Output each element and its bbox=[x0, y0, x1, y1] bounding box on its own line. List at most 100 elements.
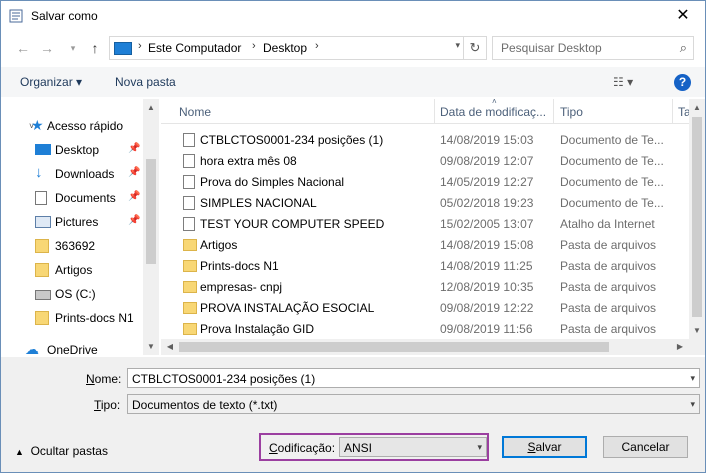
organize-button[interactable]: Organizar ▾ bbox=[20, 75, 82, 89]
file-date-cell: 09/08/2019 12:07 bbox=[440, 154, 534, 168]
encoding-highlight: Codificação: ANSI ▾ bbox=[259, 433, 489, 461]
chevron-down-icon[interactable]: ▾ bbox=[690, 399, 695, 410]
table-row[interactable]: PROVA INSTALAÇÃO ESOCIAL 09/08/2019 12:22… bbox=[161, 297, 689, 318]
hide-folders-button[interactable]: ▲ Ocultar pastas bbox=[15, 444, 108, 458]
table-row[interactable]: TEST YOUR COMPUTER SPEED 15/02/2005 13:07… bbox=[161, 213, 689, 234]
table-row[interactable]: hora extra mês 08 09/08/2019 12:07 Documen… bbox=[161, 150, 689, 171]
sidebar-item-label: Prints-docs N1 bbox=[55, 311, 134, 325]
sidebar-item-label: Pictures bbox=[55, 215, 99, 229]
address-dropdown-icon[interactable]: ▾ bbox=[455, 40, 460, 51]
view-options-icon[interactable]: ☷ ▾ bbox=[613, 75, 633, 89]
cancel-button[interactable]: Cancelar bbox=[603, 436, 688, 458]
scroll-down-icon[interactable]: ▼ bbox=[692, 326, 702, 335]
sidebar-item-label: Documents bbox=[55, 191, 116, 205]
sidebar-item-quick-access[interactable]: ˅ ★ Acesso rápido bbox=[1, 115, 143, 137]
file-name-cell: hora extra mês 08 bbox=[200, 154, 297, 168]
column-header-date[interactable]: Data de modificaç... bbox=[440, 105, 546, 119]
column-header-type[interactable]: Tipo bbox=[560, 105, 583, 119]
scroll-up-icon[interactable]: ▲ bbox=[692, 103, 702, 112]
column-header-size[interactable]: Ta bbox=[678, 105, 689, 119]
file-type-cell: Pasta de arquivos bbox=[560, 322, 657, 336]
organize-label: Organizar bbox=[20, 75, 73, 89]
file-type-label: Tipo: bbox=[94, 398, 120, 412]
navigation-scrollbar[interactable]: ▲ ▼ bbox=[143, 99, 159, 355]
command-bar: Organizar ▾ Nova pasta ☷ ▾ ? bbox=[1, 67, 705, 97]
sidebar-item-documents[interactable]: Documents 📌 bbox=[1, 187, 143, 209]
table-row[interactable]: Prova Instalação GID 09/08/2019 11:56 Past… bbox=[161, 318, 689, 339]
scrollbar-thumb[interactable] bbox=[692, 117, 702, 317]
sidebar-item-pictures[interactable]: Pictures 📌 bbox=[1, 211, 143, 233]
table-row[interactable]: Prints-docs N1 14/08/2019 11:25 Pasta de a… bbox=[161, 255, 689, 276]
table-row[interactable]: CTBLCTOS0001-234 posições (1) 14/08/2019 … bbox=[161, 129, 689, 150]
column-divider[interactable] bbox=[434, 99, 435, 123]
search-icon: ⌕ bbox=[679, 40, 687, 55]
column-divider[interactable] bbox=[553, 99, 554, 123]
table-row[interactable]: Artigos 14/08/2019 15:08 Pasta de arquivos bbox=[161, 234, 689, 255]
scrollbar-thumb[interactable] bbox=[146, 159, 156, 264]
type-label-accelerator: T bbox=[94, 398, 101, 412]
sidebar-item-artigos[interactable]: Artigos bbox=[1, 259, 143, 281]
pin-icon[interactable]: 📌 bbox=[128, 167, 140, 178]
scroll-left-icon[interactable]: ◀ bbox=[165, 342, 175, 351]
chevron-down-icon[interactable]: ▾ bbox=[477, 442, 482, 453]
file-list-horizontal-scrollbar[interactable]: ◀ ▶ bbox=[161, 339, 689, 355]
documents-icon bbox=[35, 191, 47, 205]
pin-icon[interactable]: 📌 bbox=[128, 215, 140, 226]
type-label-text: ipo: bbox=[100, 398, 121, 412]
forward-arrow-icon[interactable]: → bbox=[37, 39, 57, 57]
sidebar-item-label: OneDrive bbox=[47, 343, 98, 355]
sidebar-item-os-c[interactable]: OS (C:) bbox=[1, 283, 143, 305]
save-as-dialog: Salvar como ✕ ← → ▾ ↑ › Este Computador … bbox=[0, 0, 706, 473]
pin-icon[interactable]: 📌 bbox=[128, 143, 140, 154]
folder-icon bbox=[183, 302, 197, 314]
up-arrow-icon[interactable]: ↑ bbox=[85, 39, 105, 57]
table-row[interactable]: SIMPLES NACIONAL 05/02/2018 19:23 Document… bbox=[161, 192, 689, 213]
sidebar-item-desktop[interactable]: Desktop 📌 bbox=[1, 139, 143, 161]
download-icon: ↓ bbox=[35, 164, 43, 181]
encoding-select[interactable]: ANSI ▾ bbox=[339, 437, 487, 457]
breadcrumb-desktop[interactable]: Desktop bbox=[263, 41, 307, 55]
chevron-down-icon[interactable]: ▾ bbox=[690, 373, 695, 384]
back-arrow-icon[interactable]: ← bbox=[13, 39, 33, 57]
file-date-cell: 09/08/2019 11:56 bbox=[440, 322, 533, 336]
pin-icon[interactable]: 📌 bbox=[128, 191, 140, 202]
sidebar-item-363692[interactable]: 363692 bbox=[1, 235, 143, 257]
scroll-right-icon[interactable]: ▶ bbox=[675, 342, 685, 351]
file-date-cell: 14/05/2019 12:27 bbox=[440, 175, 534, 189]
name-label-accelerator: N bbox=[86, 372, 95, 386]
sidebar-item-downloads[interactable]: ↓ Downloads 📌 bbox=[1, 163, 143, 185]
file-list-vertical-scrollbar[interactable]: ▲ ▼ bbox=[689, 99, 705, 339]
breadcrumb-este-computador[interactable]: Este Computador bbox=[148, 41, 241, 55]
scroll-down-icon[interactable]: ▼ bbox=[146, 342, 156, 351]
file-name-cell: Artigos bbox=[200, 238, 238, 252]
file-date-cell: 14/08/2019 15:08 bbox=[440, 238, 534, 252]
address-bar[interactable]: › Este Computador › Desktop › ▾ ↻ bbox=[109, 36, 487, 60]
save-button[interactable]: Salvar bbox=[502, 436, 587, 458]
file-type-select[interactable]: Documentos de texto (*.txt) ▾ bbox=[127, 394, 700, 414]
window-title: Salvar como bbox=[31, 9, 98, 23]
file-name-cell: empresas- cnpj bbox=[200, 280, 283, 294]
new-folder-button[interactable]: Nova pasta bbox=[115, 75, 176, 89]
column-header-name[interactable]: Nome bbox=[179, 105, 211, 119]
file-date-cell: 09/08/2019 12:22 bbox=[440, 301, 534, 315]
sidebar-item-prints-docs[interactable]: Prints-docs N1 bbox=[1, 307, 143, 329]
scrollbar-thumb[interactable] bbox=[179, 342, 609, 352]
file-date-cell: 15/02/2005 13:07 bbox=[440, 217, 534, 231]
file-type-cell: Atalho da Internet bbox=[560, 217, 655, 231]
column-headers: Nome Data de modificaç... ˄ Tipo Ta bbox=[161, 99, 689, 124]
refresh-icon[interactable]: ↻ bbox=[463, 37, 486, 59]
breadcrumb-separator-icon: › bbox=[315, 40, 319, 52]
text-document-icon bbox=[183, 196, 195, 210]
search-box[interactable]: Pesquisar Desktop ⌕ bbox=[492, 36, 694, 60]
help-icon[interactable]: ? bbox=[674, 74, 691, 91]
close-icon[interactable]: ✕ bbox=[661, 1, 705, 31]
sidebar-item-onedrive[interactable]: ☁ OneDrive bbox=[1, 339, 143, 355]
cloud-icon: ☁ bbox=[25, 341, 39, 355]
file-name-field[interactable]: CTBLCTOS0001-234 posições (1) ▾ bbox=[127, 368, 700, 388]
table-row[interactable]: empresas- cnpj 12/08/2019 10:35 Pasta de a… bbox=[161, 276, 689, 297]
scroll-up-icon[interactable]: ▲ bbox=[146, 103, 156, 112]
table-row[interactable]: Prova do Simples Nacional 14/05/2019 12:2… bbox=[161, 171, 689, 192]
column-divider[interactable] bbox=[672, 99, 673, 123]
recent-locations-chevron-icon[interactable]: ▾ bbox=[63, 39, 83, 57]
search-input[interactable]: Pesquisar Desktop bbox=[501, 41, 602, 55]
